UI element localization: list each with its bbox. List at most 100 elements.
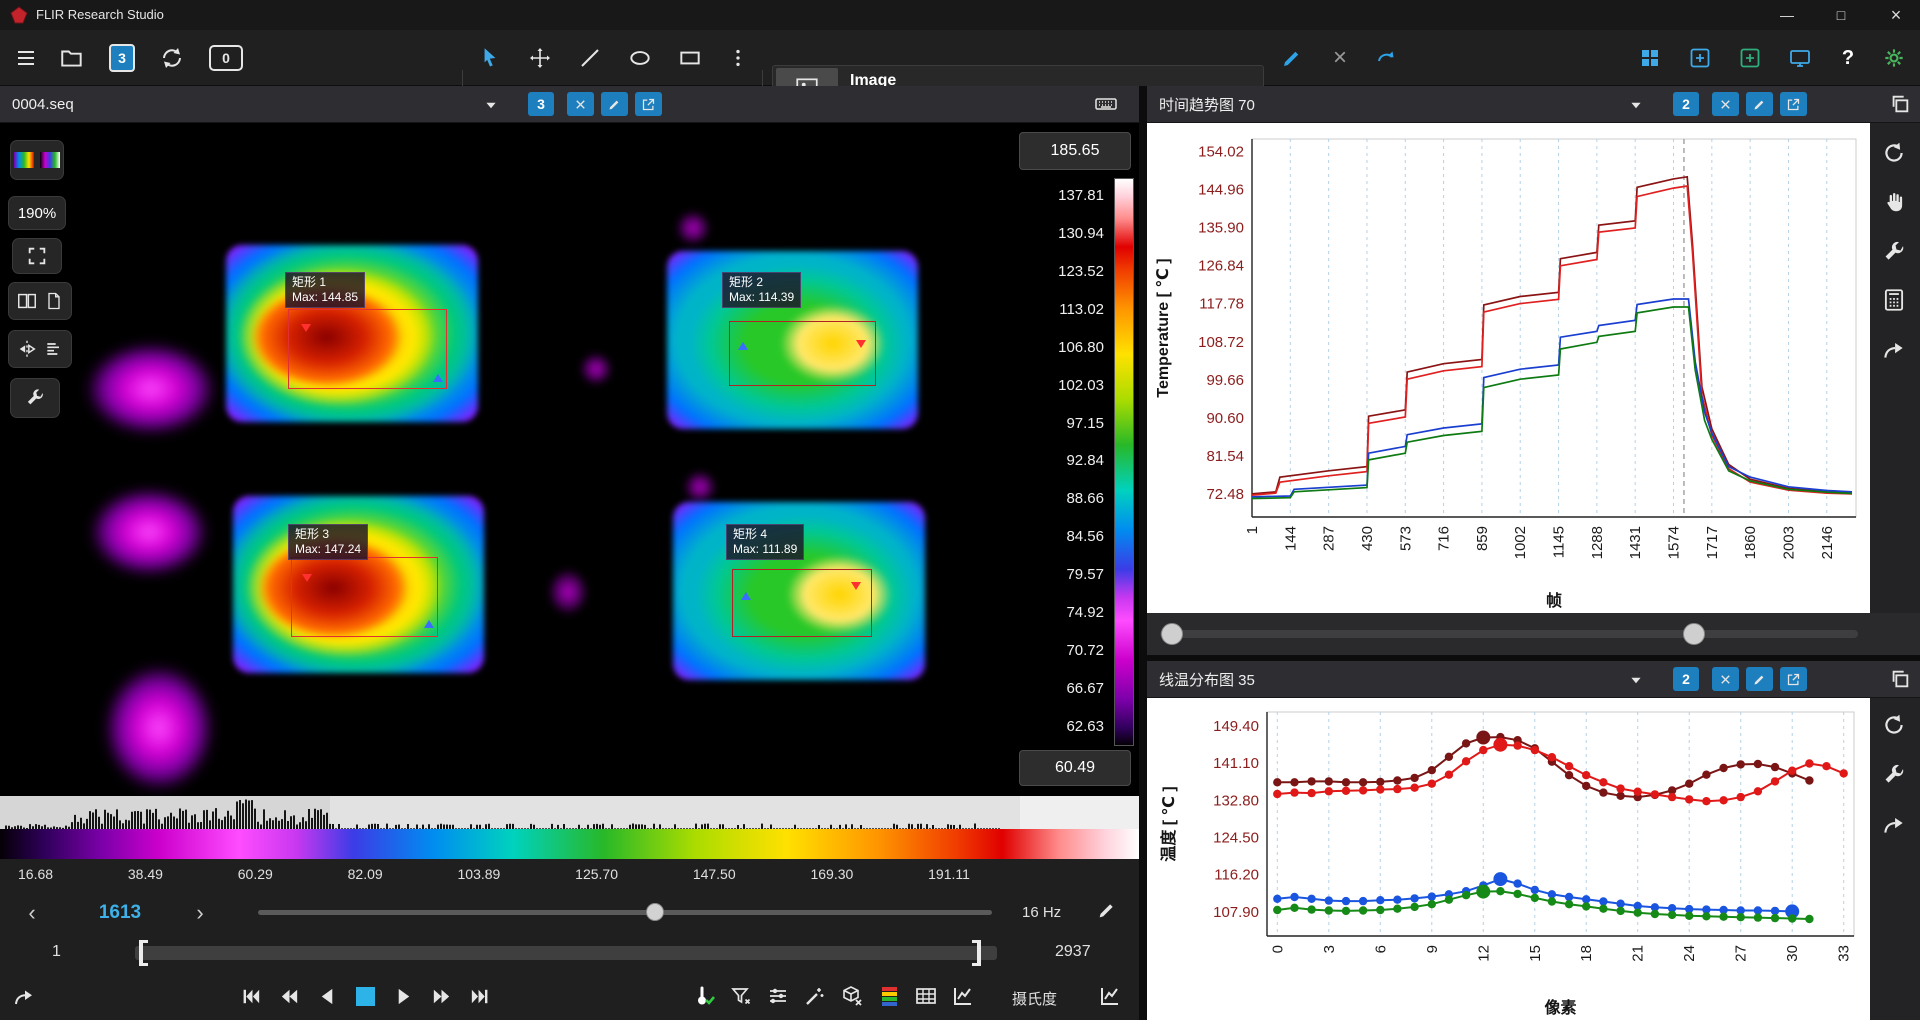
auto-adjust-button[interactable] bbox=[803, 984, 827, 1008]
edit-rate-button[interactable] bbox=[1096, 899, 1118, 921]
export-button[interactable] bbox=[12, 985, 36, 1009]
document-count-badge: 3 bbox=[109, 44, 135, 72]
roi-label[interactable]: 矩形 4 Max: 111.89 bbox=[726, 524, 804, 560]
camera-list-button[interactable]: 0 bbox=[202, 38, 250, 78]
trend-edit-button[interactable] bbox=[1746, 92, 1773, 116]
scale-min-box[interactable]: 60.49 bbox=[1019, 750, 1131, 786]
help-button[interactable]: ? bbox=[1828, 38, 1868, 78]
close-button[interactable]: × bbox=[1872, 0, 1920, 30]
profile-popout-button[interactable] bbox=[1780, 667, 1807, 691]
play-backward-button[interactable] bbox=[316, 985, 339, 1008]
open-file-button[interactable] bbox=[52, 38, 92, 78]
rewind-button[interactable] bbox=[278, 985, 301, 1008]
trend-popout-button[interactable] bbox=[1780, 92, 1807, 116]
adjustments-button[interactable] bbox=[766, 984, 790, 1008]
3d-off-button[interactable] bbox=[840, 984, 864, 1008]
rectangle-icon bbox=[677, 45, 703, 71]
profile-duplicate-button[interactable] bbox=[1889, 668, 1911, 690]
palette-gradient-bar[interactable] bbox=[0, 829, 1139, 859]
stop-button[interactable] bbox=[356, 987, 375, 1006]
viewer-close-button[interactable] bbox=[567, 92, 594, 116]
plot-corner-button[interactable] bbox=[1098, 984, 1122, 1008]
move-tool-button[interactable] bbox=[520, 38, 560, 78]
svg-text:1002: 1002 bbox=[1512, 526, 1529, 559]
menu-button[interactable] bbox=[6, 38, 46, 78]
scale-max-box[interactable]: 185.65 bbox=[1019, 132, 1131, 170]
trend-chart[interactable]: 1144287430573716859100211451288143115741… bbox=[1147, 123, 1870, 613]
maximize-button[interactable]: □ bbox=[1818, 0, 1864, 30]
trend-export-button[interactable] bbox=[1881, 337, 1907, 363]
thermal-canvas[interactable]: 矩形 1 Max: 144.85 矩形 2 Max: 114.39 矩形 3 M… bbox=[0, 123, 1139, 796]
filter-off-button[interactable] bbox=[729, 984, 753, 1008]
roi-label[interactable]: 矩形 2 Max: 114.39 bbox=[722, 272, 801, 308]
next-frame-button[interactable]: › bbox=[182, 894, 218, 931]
trend-settings-button[interactable] bbox=[1881, 239, 1907, 265]
trend-pan-button[interactable] bbox=[1881, 189, 1907, 215]
range-start-handle[interactable] bbox=[139, 940, 148, 966]
skip-to-start-button[interactable] bbox=[240, 985, 263, 1008]
add-view-button[interactable] bbox=[1730, 38, 1770, 78]
trend-range-track[interactable] bbox=[1160, 630, 1858, 638]
profile-chart[interactable]: 03691215182124273033149.40141.10132.8012… bbox=[1147, 698, 1870, 1020]
trend-close-button[interactable] bbox=[1712, 92, 1739, 116]
open-documents-button[interactable]: 3 bbox=[102, 38, 142, 78]
layout-split-button[interactable] bbox=[8, 282, 72, 320]
rectangle-tool-button[interactable] bbox=[670, 38, 710, 78]
trend-duplicate-button[interactable] bbox=[1889, 93, 1911, 115]
select-tool-button[interactable] bbox=[470, 38, 510, 78]
roi-label[interactable]: 矩形 1 Max: 144.85 bbox=[285, 272, 365, 308]
display-button[interactable] bbox=[1780, 38, 1820, 78]
fast-forward-button[interactable] bbox=[430, 985, 453, 1008]
refresh-button[interactable] bbox=[152, 38, 192, 78]
temperature-unit-button[interactable] bbox=[692, 984, 716, 1008]
panel-divider[interactable] bbox=[1139, 86, 1147, 1020]
temperature-scale-bar[interactable] bbox=[1114, 178, 1134, 746]
data-table-button[interactable] bbox=[914, 984, 938, 1008]
settings-button[interactable] bbox=[1874, 38, 1914, 78]
image-tools-button[interactable] bbox=[10, 378, 60, 418]
profile-dropdown-icon[interactable] bbox=[1625, 669, 1647, 691]
roi-rect-1[interactable] bbox=[288, 309, 447, 389]
profile-close-button[interactable] bbox=[1712, 667, 1739, 691]
line-tool-button[interactable] bbox=[570, 38, 610, 78]
trend-data-button[interactable] bbox=[1881, 287, 1907, 313]
keyboard-button[interactable] bbox=[1092, 92, 1120, 116]
fit-to-window-button[interactable] bbox=[12, 238, 62, 274]
profile-reset-button[interactable] bbox=[1881, 712, 1907, 738]
trend-reset-button[interactable] bbox=[1881, 140, 1907, 166]
frame-slider-handle[interactable] bbox=[646, 903, 664, 921]
roi-rect-2[interactable] bbox=[729, 321, 876, 386]
viewer-dropdown-icon[interactable] bbox=[480, 94, 502, 116]
more-tools-button[interactable] bbox=[724, 38, 752, 78]
layout-grid-button[interactable] bbox=[1630, 38, 1670, 78]
viewer-edit-button[interactable] bbox=[601, 92, 628, 116]
profile-export-button[interactable] bbox=[1881, 812, 1907, 838]
current-frame-field[interactable]: 1613 bbox=[70, 898, 170, 928]
zoom-level-button[interactable]: 190% bbox=[8, 196, 66, 230]
roi-rect-3[interactable] bbox=[291, 557, 438, 637]
edit-image-button[interactable] bbox=[1272, 38, 1312, 78]
play-button[interactable] bbox=[392, 985, 415, 1008]
range-end-handle[interactable] bbox=[972, 940, 981, 966]
roi-rect-4[interactable] bbox=[732, 569, 872, 637]
palette-button[interactable] bbox=[877, 984, 901, 1008]
trend-range-handle-left[interactable] bbox=[1161, 623, 1183, 645]
skip-to-end-button[interactable] bbox=[468, 985, 491, 1008]
previous-frame-button[interactable]: ‹ bbox=[14, 894, 50, 931]
flip-sort-button[interactable] bbox=[8, 330, 72, 368]
add-panel-button[interactable] bbox=[1680, 38, 1720, 78]
ellipse-tool-button[interactable] bbox=[620, 38, 660, 78]
minimize-button[interactable]: — bbox=[1764, 0, 1810, 30]
profile-edit-button[interactable] bbox=[1746, 667, 1773, 691]
range-track[interactable] bbox=[135, 946, 997, 960]
profile-settings-button[interactable] bbox=[1881, 762, 1907, 788]
roi-label[interactable]: 矩形 3 Max: 147.24 bbox=[288, 524, 368, 560]
palette-preview-button[interactable] bbox=[10, 140, 64, 180]
trend-range-handle-right[interactable] bbox=[1683, 623, 1705, 645]
frame-slider[interactable] bbox=[258, 910, 992, 915]
trend-dropdown-icon[interactable] bbox=[1625, 94, 1647, 116]
close-image-button[interactable]: × bbox=[1320, 38, 1360, 78]
redo-button[interactable] bbox=[1366, 38, 1406, 78]
viewer-popout-button[interactable] bbox=[635, 92, 662, 116]
chart-button[interactable] bbox=[951, 984, 975, 1008]
